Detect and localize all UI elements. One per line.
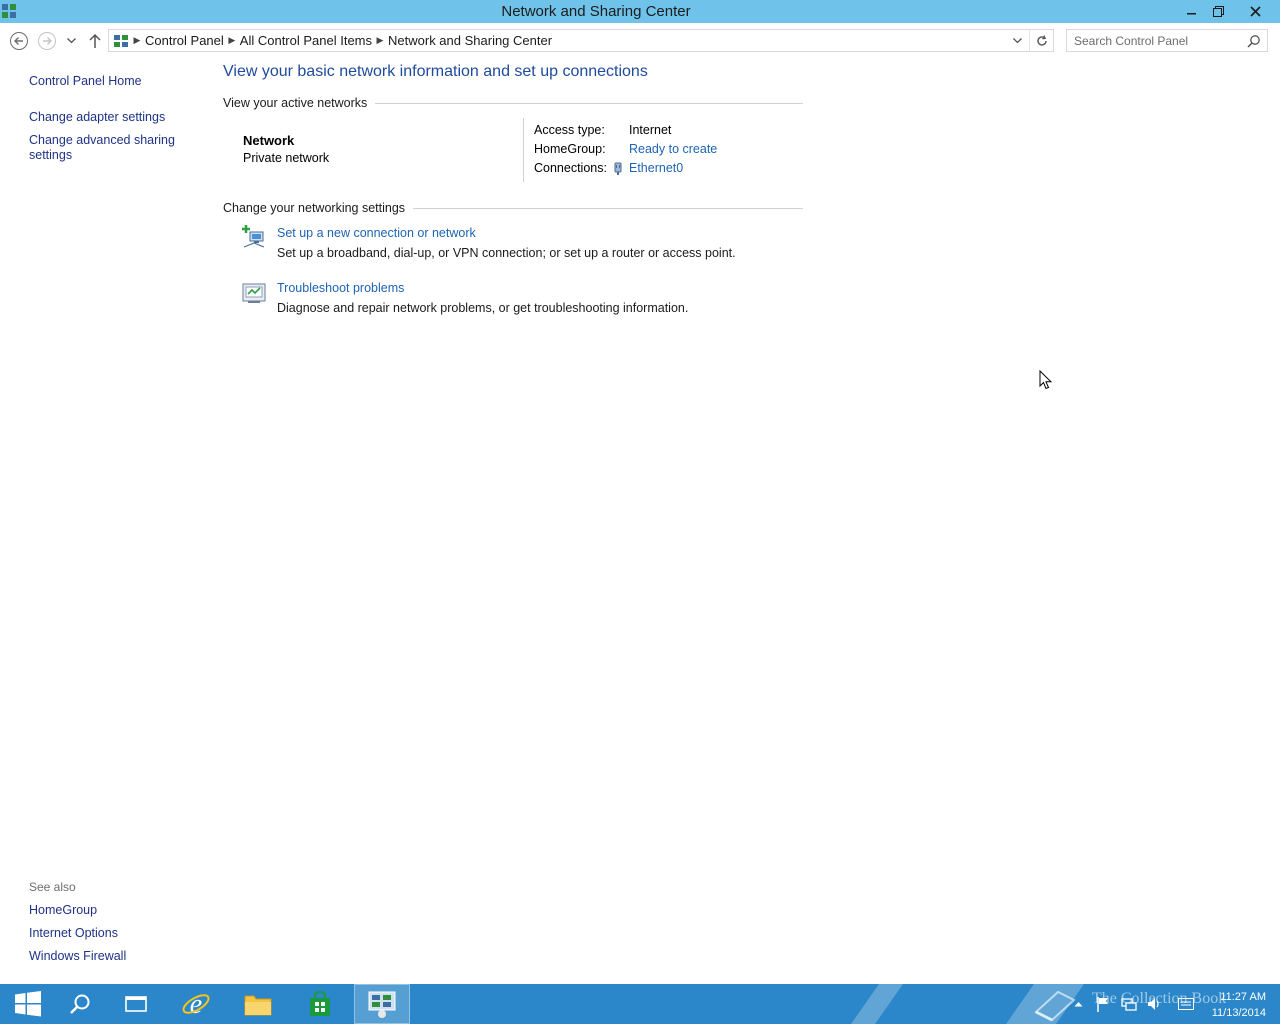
change-advanced-sharing-link[interactable]: Change advanced sharing settings bbox=[29, 133, 189, 163]
ethernet-icon bbox=[614, 162, 622, 175]
restore-button[interactable] bbox=[1204, 0, 1232, 22]
change-settings-heading: Change your networking settings bbox=[223, 201, 803, 215]
search-icon[interactable] bbox=[1247, 34, 1261, 48]
close-button[interactable] bbox=[1238, 0, 1272, 22]
windows-firewall-link[interactable]: Windows Firewall bbox=[29, 949, 126, 963]
navigation-bar: ▶ Control Panel ▶ All Control Panel Item… bbox=[0, 23, 1280, 59]
troubleshoot-description: Diagnose and repair network problems, or… bbox=[277, 301, 689, 315]
breadcrumb-control-panel[interactable]: Control Panel bbox=[145, 33, 224, 48]
task-view-button[interactable] bbox=[108, 984, 164, 1024]
search-icon bbox=[70, 994, 90, 1014]
title-bar: Network and Sharing Center bbox=[0, 0, 1280, 23]
close-icon bbox=[1249, 5, 1261, 17]
internet-explorer-icon: e bbox=[182, 989, 210, 1019]
network-tray-button[interactable] bbox=[1120, 984, 1138, 1024]
control-panel-home-link[interactable]: Control Panel Home bbox=[29, 74, 142, 88]
breadcrumb-all-items[interactable]: All Control Panel Items bbox=[240, 33, 372, 48]
minimize-icon bbox=[1187, 13, 1196, 15]
control-panel-taskbar-button[interactable] bbox=[354, 984, 410, 1024]
page-title: View your basic network information and … bbox=[223, 63, 648, 80]
setup-connection-link[interactable]: Set up a new connection or network bbox=[277, 226, 476, 240]
access-type-value: Internet bbox=[629, 123, 672, 137]
taskbar: e The Collection Book 11:27 AM 11/13/201… bbox=[0, 984, 1280, 1024]
control-panel-icon bbox=[368, 991, 396, 1018]
breadcrumb-network-sharing[interactable]: Network and Sharing Center bbox=[388, 33, 552, 48]
breadcrumb-separator-icon[interactable]: ▶ bbox=[129, 35, 145, 46]
see-also-label: See also bbox=[29, 880, 76, 894]
divider bbox=[375, 102, 803, 104]
change-settings-heading-text: Change your networking settings bbox=[223, 201, 406, 215]
homegroup-ready-link[interactable]: Ready to create bbox=[629, 142, 717, 156]
store-icon bbox=[310, 991, 330, 1016]
refresh-icon bbox=[1036, 34, 1047, 46]
breadcrumb-separator-icon[interactable]: ▶ bbox=[372, 35, 388, 46]
breadcrumb-separator-icon[interactable]: ▶ bbox=[224, 35, 240, 46]
forward-button[interactable] bbox=[36, 30, 58, 52]
network-name: Network bbox=[243, 133, 295, 148]
store-button[interactable] bbox=[292, 984, 348, 1024]
homegroup-label: HomeGroup: bbox=[534, 142, 606, 156]
internet-options-link[interactable]: Internet Options bbox=[29, 926, 118, 940]
network-type: Private network bbox=[243, 151, 330, 165]
file-explorer-icon bbox=[244, 995, 272, 1016]
setup-connection-description: Set up a broadband, dial-up, or VPN conn… bbox=[277, 246, 736, 260]
chevron-up-icon bbox=[1074, 1002, 1082, 1007]
clock-date: 11/13/2014 bbox=[1211, 1007, 1266, 1019]
divider bbox=[413, 207, 803, 209]
action-center-button[interactable] bbox=[1094, 984, 1112, 1024]
start-icon bbox=[15, 991, 41, 1017]
taskbar-search-button[interactable] bbox=[52, 984, 108, 1024]
keyboard-icon bbox=[1178, 998, 1194, 1010]
new-connection-icon bbox=[242, 225, 265, 248]
window-title: Network and Sharing Center bbox=[501, 3, 691, 20]
address-bar[interactable]: ▶ Control Panel ▶ All Control Panel Item… bbox=[108, 29, 1054, 52]
search-input[interactable] bbox=[1067, 30, 1237, 51]
mouse-cursor-icon bbox=[1039, 370, 1053, 390]
back-button[interactable] bbox=[8, 30, 30, 52]
keyboard-input-button[interactable] bbox=[1176, 984, 1196, 1024]
address-history-button[interactable] bbox=[1007, 30, 1027, 51]
start-button[interactable] bbox=[0, 984, 56, 1024]
internet-explorer-button[interactable]: e bbox=[168, 984, 224, 1024]
chevron-down-icon bbox=[1012, 37, 1022, 43]
search-box[interactable] bbox=[1066, 29, 1268, 52]
recent-locations-button[interactable] bbox=[63, 30, 79, 52]
refresh-button[interactable] bbox=[1029, 30, 1053, 51]
taskbar-decoration bbox=[850, 984, 904, 1024]
breadcrumb: ▶ Control Panel ▶ All Control Panel Item… bbox=[129, 33, 553, 48]
show-hidden-icons-button[interactable] bbox=[1070, 984, 1086, 1024]
up-arrow-icon bbox=[89, 33, 101, 48]
vertical-divider bbox=[523, 118, 524, 182]
clock-time: 11:27 AM bbox=[1220, 991, 1266, 1003]
active-networks-heading: View your active networks bbox=[223, 96, 803, 110]
troubleshoot-link[interactable]: Troubleshoot problems bbox=[277, 281, 404, 295]
troubleshoot-icon bbox=[242, 283, 266, 303]
access-type-label: Access type: bbox=[534, 123, 605, 137]
change-adapter-settings-link[interactable]: Change adapter settings bbox=[29, 110, 165, 124]
svg-text:e: e bbox=[190, 989, 202, 1019]
back-arrow-icon bbox=[10, 32, 28, 50]
up-button[interactable] bbox=[84, 30, 106, 52]
taskbar-clock[interactable]: 11:27 AM 11/13/2014 bbox=[1212, 989, 1266, 1021]
volume-button[interactable] bbox=[1144, 984, 1164, 1024]
minimize-button[interactable] bbox=[1178, 0, 1206, 22]
file-explorer-button[interactable] bbox=[230, 984, 286, 1024]
network-icon bbox=[1121, 998, 1137, 1011]
task-view-icon bbox=[125, 996, 147, 1012]
forward-arrow-icon bbox=[38, 32, 56, 50]
control-panel-location-icon bbox=[114, 34, 128, 47]
restore-icon bbox=[1212, 5, 1224, 17]
connections-label: Connections: bbox=[534, 161, 607, 175]
active-networks-heading-text: View your active networks bbox=[223, 96, 368, 110]
chevron-down-icon bbox=[66, 38, 76, 44]
flag-icon bbox=[1097, 997, 1108, 1012]
homegroup-link[interactable]: HomeGroup bbox=[29, 903, 97, 917]
speaker-icon bbox=[1148, 998, 1159, 1010]
ethernet0-link[interactable]: Ethernet0 bbox=[629, 161, 683, 175]
